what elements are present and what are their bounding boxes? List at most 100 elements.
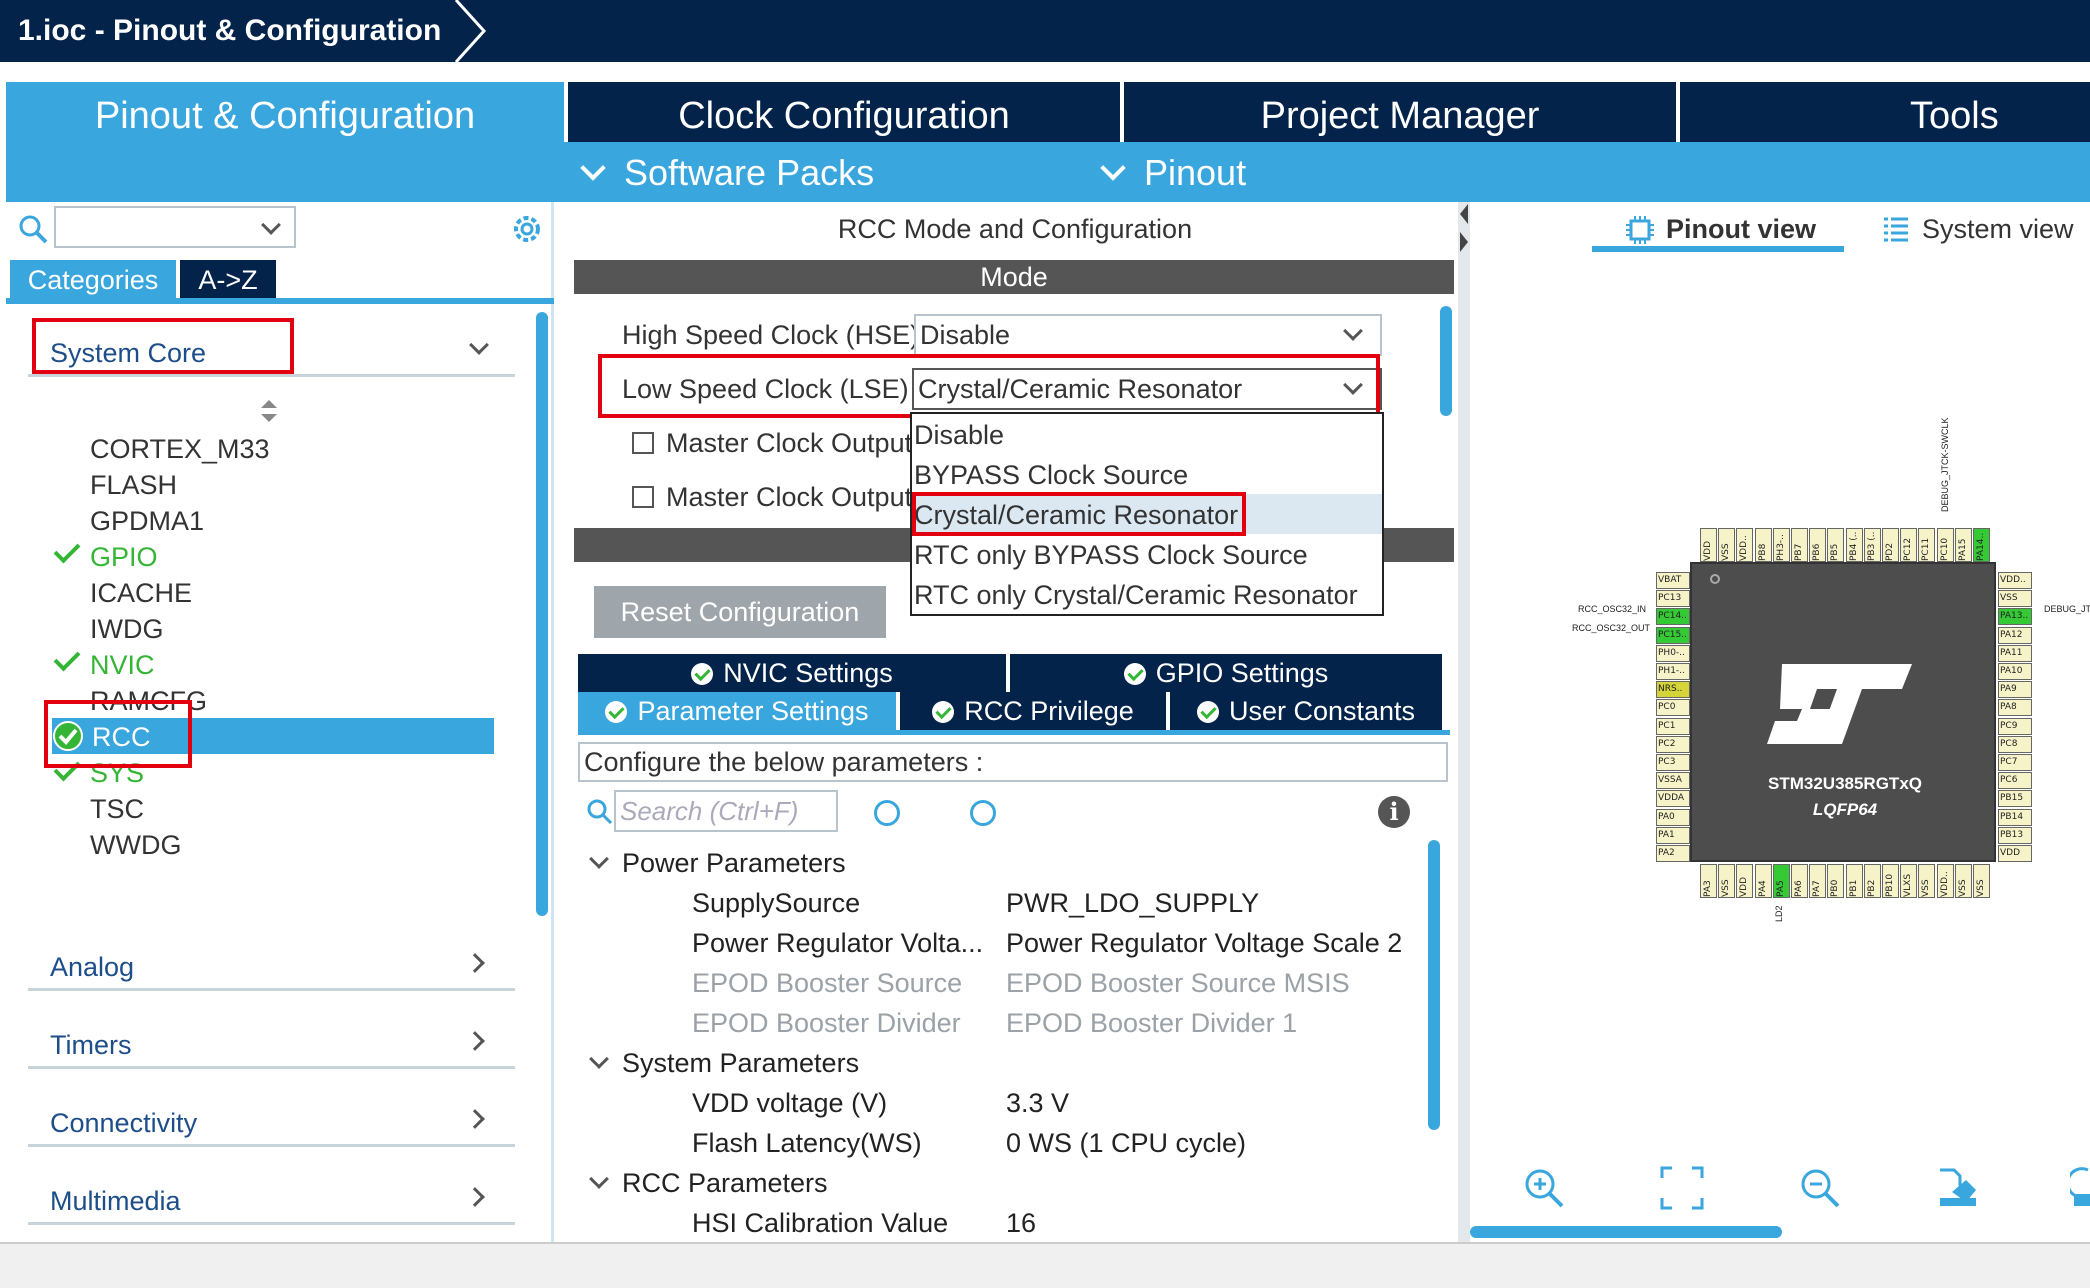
zoom-in-icon[interactable]	[1522, 1166, 1566, 1210]
collapse-arrows-icon[interactable]	[1458, 204, 1470, 254]
pin[interactable]: PB8	[1754, 528, 1772, 562]
tab-clock-configuration[interactable]: Clock Configuration	[568, 82, 1120, 142]
pin[interactable]: PB15	[1998, 790, 2032, 808]
list-item-gpdma1[interactable]: GPDMA1	[90, 506, 204, 537]
search-icon[interactable]	[18, 214, 48, 244]
pin[interactable]: PB0	[1827, 864, 1845, 898]
pin[interactable]: PH3-..	[1772, 528, 1790, 562]
list-item-icache[interactable]: ICACHE	[90, 578, 192, 609]
list-item-cortex[interactable]: CORTEX_M33	[90, 434, 270, 465]
pin[interactable]: VSS	[1973, 864, 1990, 898]
tab-rcc-privilege[interactable]: RCC Privilege	[900, 692, 1166, 730]
param-hsi-cal-value[interactable]: 16	[1006, 1208, 1036, 1239]
pin[interactable]: PA4	[1754, 864, 1772, 898]
pin[interactable]: VDD..	[1998, 572, 2032, 589]
pin[interactable]: VBAT	[1656, 572, 1690, 589]
pin[interactable]: PC7	[1998, 754, 2032, 771]
tab-tools[interactable]: Tools	[1680, 82, 2090, 142]
pin[interactable]: PB6	[1809, 528, 1827, 562]
pin[interactable]: VDD	[1700, 528, 1717, 562]
pin[interactable]: PC9	[1998, 717, 2032, 735]
pin[interactable]: PB2	[1863, 864, 1881, 898]
pinout-menu[interactable]: Pinout	[1100, 148, 1246, 198]
pin[interactable]: VSS	[1998, 590, 2032, 608]
dropdown-option-rtc-crystal[interactable]: RTC only Crystal/Ceramic Resonator	[914, 580, 1358, 611]
pin[interactable]: PA1	[1656, 826, 1690, 844]
mcu-chip[interactable]: STM32U385RGTxQ LQFP64	[1690, 562, 1996, 862]
list-item-nvic[interactable]: NVIC	[90, 650, 155, 681]
pin[interactable]: PC0	[1656, 699, 1690, 717]
pin[interactable]: VDDA	[1656, 790, 1690, 808]
pin[interactable]: PB5	[1827, 528, 1845, 562]
tab-gpio-settings[interactable]: GPIO Settings	[1010, 654, 1442, 692]
dropdown-option-bypass[interactable]: BYPASS Clock Source	[914, 460, 1188, 491]
sort-icon[interactable]	[260, 400, 278, 422]
list-item-iwdg[interactable]: IWDG	[90, 614, 164, 645]
gear-icon[interactable]	[510, 212, 544, 246]
previous-icon[interactable]	[874, 800, 900, 826]
pin[interactable]: PC14..	[1656, 608, 1690, 626]
pin[interactable]: PC11	[1918, 528, 1936, 562]
pin[interactable]: VSS	[1918, 864, 1936, 898]
pin[interactable]: VSS	[1954, 864, 1972, 898]
pin[interactable]: PB4 (..	[1845, 528, 1863, 562]
pin[interactable]: PA8	[1998, 699, 2032, 717]
software-packs-menu[interactable]: Software Packs	[580, 148, 874, 198]
pin[interactable]: PC10	[1936, 528, 1954, 562]
mco2-checkbox[interactable]	[632, 486, 654, 508]
category-search-input[interactable]	[54, 206, 296, 248]
pin[interactable]: VDD	[1736, 864, 1754, 898]
pin[interactable]: PB14	[1998, 808, 2032, 826]
pin[interactable]: PA12	[1998, 626, 2032, 644]
pin[interactable]: PA5	[1772, 864, 1790, 898]
pin[interactable]: PB13	[1998, 826, 2032, 844]
pin[interactable]: PC1	[1656, 717, 1690, 735]
list-item-tsc[interactable]: TSC	[90, 794, 144, 825]
export-icon[interactable]	[1936, 1166, 1980, 1210]
system-parameters-group[interactable]: System Parameters	[622, 1048, 859, 1079]
next-icon[interactable]	[970, 800, 996, 826]
pin[interactable]: PD2	[1882, 528, 1899, 562]
pin[interactable]: VDD..	[1736, 528, 1754, 562]
pin[interactable]: PH0-..	[1656, 644, 1690, 662]
group-analog[interactable]: Analog	[50, 952, 134, 983]
mode-scrollbar[interactable]	[1440, 306, 1452, 416]
tab-parameter-settings[interactable]: Parameter Settings	[578, 692, 896, 730]
pin[interactable]: PA15	[1954, 528, 1972, 562]
param-flash-latency-value[interactable]: 0 WS (1 CPU cycle)	[1006, 1128, 1246, 1159]
pin[interactable]: PC13	[1656, 590, 1690, 608]
pin[interactable]: VDD..	[1936, 864, 1954, 898]
pin[interactable]: PA3	[1700, 864, 1717, 898]
pin[interactable]: PA9	[1998, 681, 2032, 699]
fit-screen-icon[interactable]	[1660, 1166, 1704, 1210]
reset-configuration-button[interactable]: Reset Configuration	[594, 586, 886, 638]
left-scrollbar[interactable]	[536, 312, 548, 916]
info-icon[interactable]: i	[1378, 796, 1410, 828]
parameter-search-input[interactable]: Search (Ctrl+F)	[614, 790, 838, 832]
tab-a-z[interactable]: A->Z	[180, 260, 276, 300]
pin[interactable]: PA13..	[1998, 608, 2032, 626]
tab-user-constants[interactable]: User Constants	[1170, 692, 1442, 730]
group-multimedia[interactable]: Multimedia	[50, 1186, 181, 1217]
list-item-wwdg[interactable]: WWDG	[90, 830, 181, 861]
tab-nvic-settings[interactable]: NVIC Settings	[578, 654, 1006, 692]
dropdown-option-rtc-bypass[interactable]: RTC only BYPASS Clock Source	[914, 540, 1308, 571]
pin[interactable]: PA11	[1998, 644, 2032, 662]
list-item-flash[interactable]: FLASH	[90, 470, 177, 501]
tab-system-view[interactable]: System view	[1922, 214, 2074, 245]
param-regulator-value[interactable]: Power Regulator Voltage Scale 2	[1006, 928, 1402, 959]
pin[interactable]: PA0	[1656, 808, 1690, 826]
tab-pinout-view[interactable]: Pinout view	[1666, 214, 1816, 245]
pin[interactable]: VSS	[1718, 864, 1736, 898]
pin[interactable]: PA10	[1998, 663, 2032, 680]
tab-categories[interactable]: Categories	[10, 260, 176, 300]
rotate-icon[interactable]	[2070, 1166, 2090, 1210]
pin[interactable]: PA2	[1656, 845, 1690, 862]
pin[interactable]: NRS..	[1656, 681, 1690, 699]
pin[interactable]: PC6	[1998, 772, 2032, 790]
pin[interactable]: VSSA	[1656, 772, 1690, 790]
pin[interactable]: PB7	[1791, 528, 1808, 562]
group-connectivity[interactable]: Connectivity	[50, 1108, 197, 1139]
pin[interactable]: PB3 (..	[1863, 528, 1881, 562]
list-item-gpio[interactable]: GPIO	[90, 542, 158, 573]
